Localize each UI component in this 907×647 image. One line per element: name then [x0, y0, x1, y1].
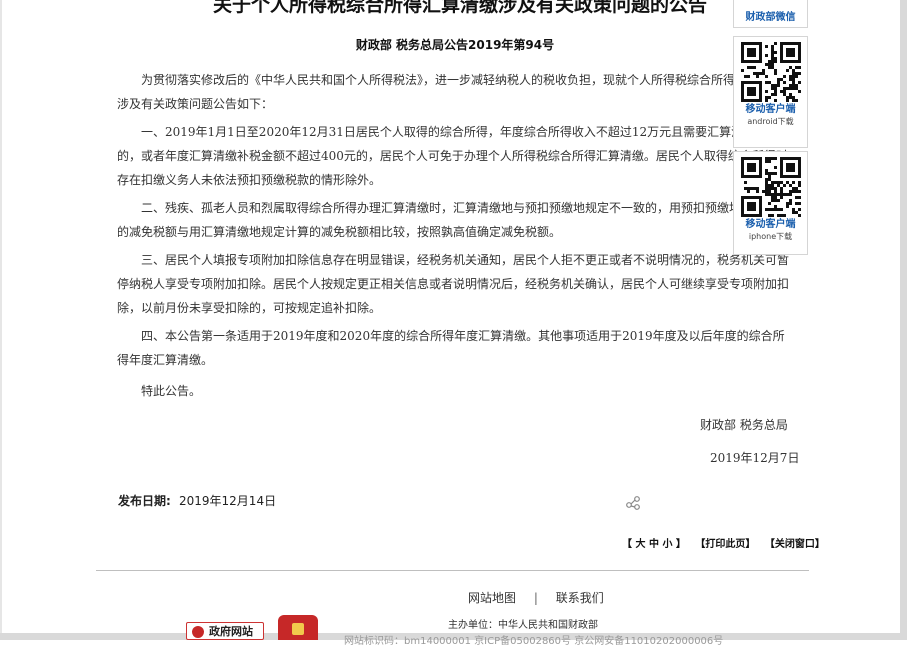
footer-sponsor: 主办单位：中华人民共和国财政部 [448, 620, 598, 631]
paragraph-intro: 为贯彻落实修改后的《中华人民共和国个人所得税法》，进一步减轻纳税人的税收负担，现… [117, 73, 784, 111]
android-sub-label: android下载 [747, 117, 794, 126]
iphone-qr-panel[interactable]: 移动客户端 iphone下载 [733, 151, 808, 255]
contact-us-link[interactable]: 联系我们 [556, 591, 604, 605]
publish-date-label: 发布日期: [118, 494, 171, 508]
page-tools: 【 大 中 小 】 【打印此页】 【关闭窗口】 [622, 535, 831, 550]
print-page-button[interactable]: 【打印此页】 [695, 539, 755, 550]
gov-badge-label: 政府网站 [209, 625, 253, 638]
iphone-qr-code-icon [740, 157, 801, 217]
footer-separator: | [533, 591, 538, 605]
wechat-qr-panel[interactable]: 财政部微信 [733, 0, 808, 28]
iphone-sub-label: iphone下载 [748, 232, 793, 241]
window-right-scrollbar[interactable] [900, 0, 907, 640]
publish-date: 发布日期: 2019年12月14日 [118, 492, 276, 509]
paragraph-item-4: 四、本公告第一条适用于2019年度和2020年度的综合所得年度汇算清缴。其他事项… [117, 329, 785, 367]
close-window-button[interactable]: 【关闭窗口】 [765, 539, 825, 550]
paragraph-closing: 特此公告。 [141, 384, 202, 398]
article-title: 关于个人所得税综合所得汇算清缴涉及有关政策问题的公告 [212, 0, 707, 16]
footer-links: 网站地图 | 联系我们 [468, 589, 604, 606]
android-qr-code-icon [740, 42, 801, 102]
publish-date-value: 2019年12月14日 [179, 494, 277, 508]
paragraph-item-3: 三、居民个人填报专项附加扣除信息存在明显错误，经税务机关通知，居民个人拒不更正或… [117, 253, 790, 315]
share-icon[interactable] [624, 493, 642, 511]
document-number: 财政部 税务总局公告2019年第94号 [355, 38, 555, 52]
police-emblem-icon[interactable] [278, 615, 318, 640]
gov-badge-icon [192, 626, 204, 638]
site-map-link[interactable]: 网站地图 [468, 591, 516, 605]
wechat-label: 财政部微信 [745, 12, 796, 23]
font-size-toggle[interactable]: 【 大 中 小 】 [622, 539, 686, 550]
paragraph-item-2: 二、残疾、孤老人员和烈属取得综合所得办理汇算清缴时，汇算清缴地与预扣预缴地规定不… [117, 201, 790, 239]
android-label: 移动客户端 [745, 104, 796, 115]
iphone-label: 移动客户端 [745, 219, 796, 230]
signer: 财政部 税务总局 [700, 418, 788, 432]
paragraph-item-1: 一、2019年1月1日至2020年12月31日居民个人取得的综合所得，年度综合所… [117, 125, 788, 187]
gov-site-badge[interactable]: 政府网站 [186, 622, 264, 640]
footer-divider [96, 570, 809, 571]
android-qr-panel[interactable]: 移动客户端 android下载 [733, 36, 808, 148]
window-left-edge [0, 0, 2, 640]
sign-date: 2019年12月7日 [710, 451, 800, 465]
